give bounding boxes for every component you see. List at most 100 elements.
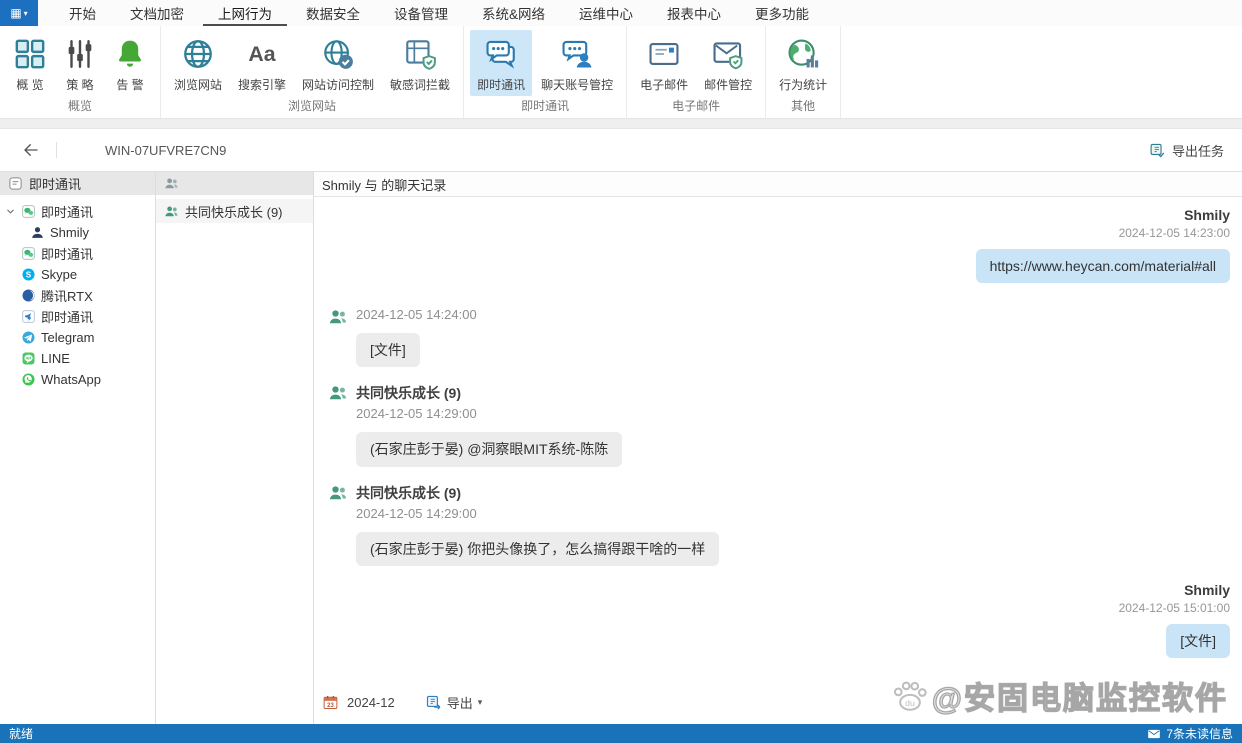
sidebar-item-label: 即时通讯 xyxy=(41,247,94,262)
export-button-label: 导出 xyxy=(446,695,473,711)
tab-report-center[interactable]: 报表中心 xyxy=(652,0,736,26)
line-icon xyxy=(21,351,36,366)
ribbon-button-policy[interactable]: 策 略 xyxy=(56,30,104,96)
message-sender: 共同快乐成长 (9) xyxy=(356,385,461,402)
ribbon-button-label: 策 略 xyxy=(66,78,94,92)
unread-messages-button[interactable]: 7条未读信息 xyxy=(1147,725,1233,742)
sidebar-item-line[interactable]: LINE xyxy=(0,348,155,369)
export-button[interactable]: 导出 ▾ xyxy=(425,693,482,712)
ribbon-button-label: 告 警 xyxy=(116,78,144,92)
chat-message: 共同快乐成长 (9) 2024-12-05 14:29:00 (石家庄彭于晏) 你把… xyxy=(328,483,1230,566)
date-picker[interactable]: 23 2024-12 xyxy=(322,694,395,711)
export-icon xyxy=(425,694,442,711)
ribbon-group-buttons: 即时通讯 聊天账号管控 xyxy=(467,26,623,96)
chevron-down-icon xyxy=(5,206,16,217)
tab-home[interactable]: 开始 xyxy=(54,0,111,26)
ribbon-group-buttons: 电子邮件 邮件管控 xyxy=(630,26,762,96)
contact-list: 共同快乐成长 (9) xyxy=(156,195,313,223)
ribbon-button-instant-messaging[interactable]: 即时通讯 xyxy=(470,30,533,96)
sidebar-item-tencent-rtx[interactable]: 腾讯RTX xyxy=(0,285,155,306)
sidebar-item-label: WhatsApp xyxy=(41,372,101,387)
caret-spacer xyxy=(5,353,16,364)
export-task-label: 导出任务 xyxy=(1171,143,1224,159)
sidebar-tree: 即时通讯 Shmily 即时通讯 S Skype 腾讯RTX 即时通讯 Telegram LIN… xyxy=(0,195,155,390)
back-button[interactable] xyxy=(18,137,44,163)
ribbon-button-behavior-statistics[interactable]: 行为统计 xyxy=(772,30,834,96)
wechat-icon xyxy=(21,246,36,261)
ribbon-button-browse-website[interactable]: 浏览网站 xyxy=(167,30,229,96)
unread-messages-label: 7条未读信息 xyxy=(1166,727,1233,741)
toolbar-separator xyxy=(56,142,57,158)
message-bubble: (石家庄彭于晏) @洞察眼MIT系统-陈陈 xyxy=(356,432,623,467)
sidebar-item-wechat-2[interactable]: 即时通讯 xyxy=(0,243,155,264)
tab-doc-encryption[interactable]: 文档加密 xyxy=(115,0,199,26)
app-menu-button[interactable]: ▦ ▾ xyxy=(0,0,38,26)
message-content: 2024-12-05 14:24:00 [文件] xyxy=(356,307,477,368)
svg-text:S: S xyxy=(26,271,32,280)
ribbon-group-label: 浏览网站 xyxy=(288,99,337,113)
chat-message: Shmily 2024-12-05 14:23:00 https://www.hey… xyxy=(328,207,1230,284)
site-access-icon xyxy=(321,37,355,71)
tab-device-management[interactable]: 设备管理 xyxy=(379,0,463,26)
tab-internet-behavior[interactable]: 上网行为 xyxy=(203,0,287,26)
ribbon-group: 即时通讯 聊天账号管控 即时通讯 xyxy=(464,26,628,118)
ribbon-button-email-control[interactable]: 邮件管控 xyxy=(697,30,759,96)
sidebar: 即时通讯 即时通讯 Shmily 即时通讯 S Skype 腾讯RTX 即时通讯 Telegr… xyxy=(0,172,156,724)
tab-data-security[interactable]: 数据安全 xyxy=(291,0,375,26)
sidebar-item-skype[interactable]: S Skype xyxy=(0,264,155,285)
ribbon-group-buttons: 行为统计 xyxy=(769,26,837,96)
ribbon-button-sensitive-word-block[interactable]: 敏感词拦截 xyxy=(383,30,457,96)
ribbon-button-email[interactable]: 电子邮件 xyxy=(633,30,695,96)
message-content: 共同快乐成长 (9) 2024-12-05 14:29:00 (石家庄彭于晏) @洞… xyxy=(356,383,623,467)
rtx-icon xyxy=(21,288,36,303)
message-sender: Shmily xyxy=(1184,207,1230,223)
ribbon-button-alert[interactable]: 告 警 xyxy=(106,30,154,96)
chat-title: Shmily 与 的聊天记录 xyxy=(314,172,1242,197)
ribbon-button-label: 概 览 xyxy=(16,78,44,92)
message-time: 2024-12-05 14:23:00 xyxy=(1118,226,1230,240)
tab-more-features[interactable]: 更多功能 xyxy=(740,0,824,26)
ribbon-button-label: 网站访问控制 xyxy=(302,78,375,92)
ribbon-button-site-access-control[interactable]: 网站访问控制 xyxy=(295,30,381,96)
sidebar-item-telegram[interactable]: Telegram xyxy=(0,327,155,348)
tab-ops-center[interactable]: 运维中心 xyxy=(564,0,648,26)
export-task-icon xyxy=(1149,142,1166,159)
sidebar-item-wechat-1-shmily[interactable]: Shmily xyxy=(0,222,155,243)
ribbon-group-label: 其他 xyxy=(791,99,816,113)
main-content: 即时通讯 即时通讯 Shmily 即时通讯 S Skype 腾讯RTX 即时通讯 Telegr… xyxy=(0,172,1242,724)
message-bubble: (石家庄彭于晏) 你把头像换了，怎么搞得跟干啥的一样 xyxy=(356,531,720,566)
chat-message: Shmily 2024-12-05 15:01:00 [文件] xyxy=(328,582,1230,658)
ribbon-button-label: 即时通讯 xyxy=(477,78,526,92)
date-picker-value: 2024-12 xyxy=(347,694,395,710)
contact-item-group-happy-growth[interactable]: 共同快乐成长 (9) xyxy=(156,199,313,223)
tab-bar-tabs: 开始 文档加密 上网行为 数据安全 设备管理 系统&网络 运维中心 报表中心 更多功能 xyxy=(52,0,826,26)
sidebar-header[interactable]: 即时通讯 xyxy=(0,172,155,195)
chat-panel: Shmily 与 的聊天记录 Shmily 2024-12-05 14:23:00… xyxy=(314,172,1242,724)
message-time: 2024-12-05 14:29:00 xyxy=(356,505,477,521)
dingtalk-icon xyxy=(21,309,36,324)
message-time: 2024-12-05 14:24:00 xyxy=(356,307,477,323)
policy-sliders-icon xyxy=(63,37,97,71)
contact-list-panel: 共同快乐成长 (9) xyxy=(156,172,314,724)
sidebar-item-whatsapp[interactable]: WhatsApp xyxy=(0,369,155,390)
sidebar-item-label: 即时通讯 xyxy=(41,310,94,325)
status-text: 就绪 xyxy=(9,727,34,741)
caret-spacer xyxy=(5,311,16,322)
message-bubble: [文件] xyxy=(356,333,420,368)
ribbon-groups: 概 览策 略告 警概览 浏览网站 Aa 搜索引擎 网站访问控制 敏感词拦截 浏览网站 即时通讯… xyxy=(0,26,842,118)
ribbon-button-overview[interactable]: 概 览 xyxy=(6,30,54,96)
email-icon xyxy=(647,37,681,71)
sidebar-item-wechat-1[interactable]: 即时通讯 xyxy=(0,201,155,222)
ribbon-button-search-engine[interactable]: Aa 搜索引擎 xyxy=(231,30,293,96)
ribbon-button-label: 行为统计 xyxy=(779,78,828,92)
ribbon-button-chat-account-control[interactable]: 聊天账号管控 xyxy=(534,30,620,96)
device-name: WIN-07UFVRE7CN9 xyxy=(105,142,227,158)
chat-message: 共同快乐成长 (9) 2024-12-05 14:29:00 (石家庄彭于晏) @洞… xyxy=(328,383,1230,467)
ribbon-group-buttons: 浏览网站 Aa 搜索引擎 网站访问控制 敏感词拦截 xyxy=(164,26,460,96)
group-icon xyxy=(328,307,348,327)
chat-messages: Shmily 2024-12-05 14:23:00 https://www.hey… xyxy=(314,197,1242,686)
message-bubble: https://www.heycan.com/material#all xyxy=(975,249,1230,284)
tab-system-network[interactable]: 系统&网络 xyxy=(467,0,560,26)
sidebar-item-dingtalk[interactable]: 即时通讯 xyxy=(0,306,155,327)
export-task-button[interactable]: 导出任务 xyxy=(1149,141,1224,160)
